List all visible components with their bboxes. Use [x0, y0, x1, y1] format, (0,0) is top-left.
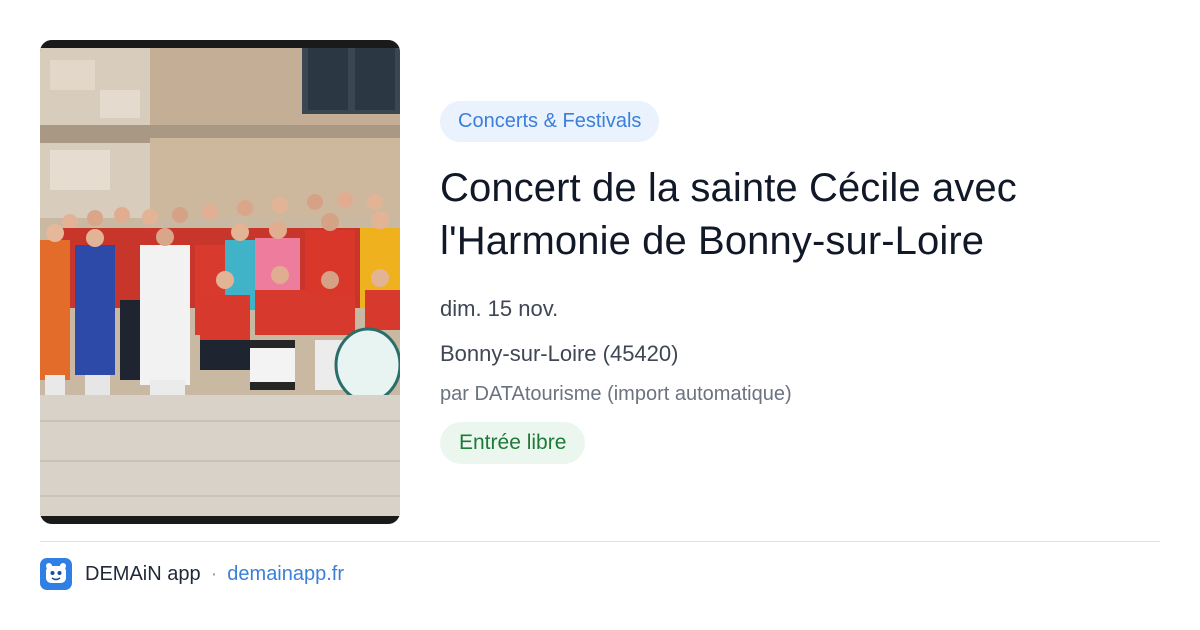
- category-badge[interactable]: Concerts & Festivals: [440, 101, 660, 142]
- app-website-link[interactable]: demainapp.fr: [227, 563, 344, 586]
- app-name: DEMAiN app: [85, 562, 201, 585]
- event-photo[interactable]: [40, 40, 400, 524]
- event-photo-illustration: [40, 40, 400, 524]
- event-source: par DATAtourisme (import automatique): [440, 383, 792, 405]
- event-title[interactable]: Concert de la sainte Cécile avec l'Harmo…: [440, 162, 1160, 268]
- event-date: dim. 15 nov.: [440, 296, 559, 321]
- footer: DEMAiN app · demainapp.fr: [40, 558, 344, 590]
- footer-divider: [40, 541, 1160, 542]
- event-location: Bonny-sur-Loire (45420): [440, 341, 679, 366]
- demain-logo-icon[interactable]: [40, 558, 72, 590]
- event-details: Concerts & Festivals Concert de la saint…: [440, 101, 1160, 464]
- footer-separator: ·: [210, 562, 218, 585]
- price-badge: Entrée libre: [440, 422, 586, 464]
